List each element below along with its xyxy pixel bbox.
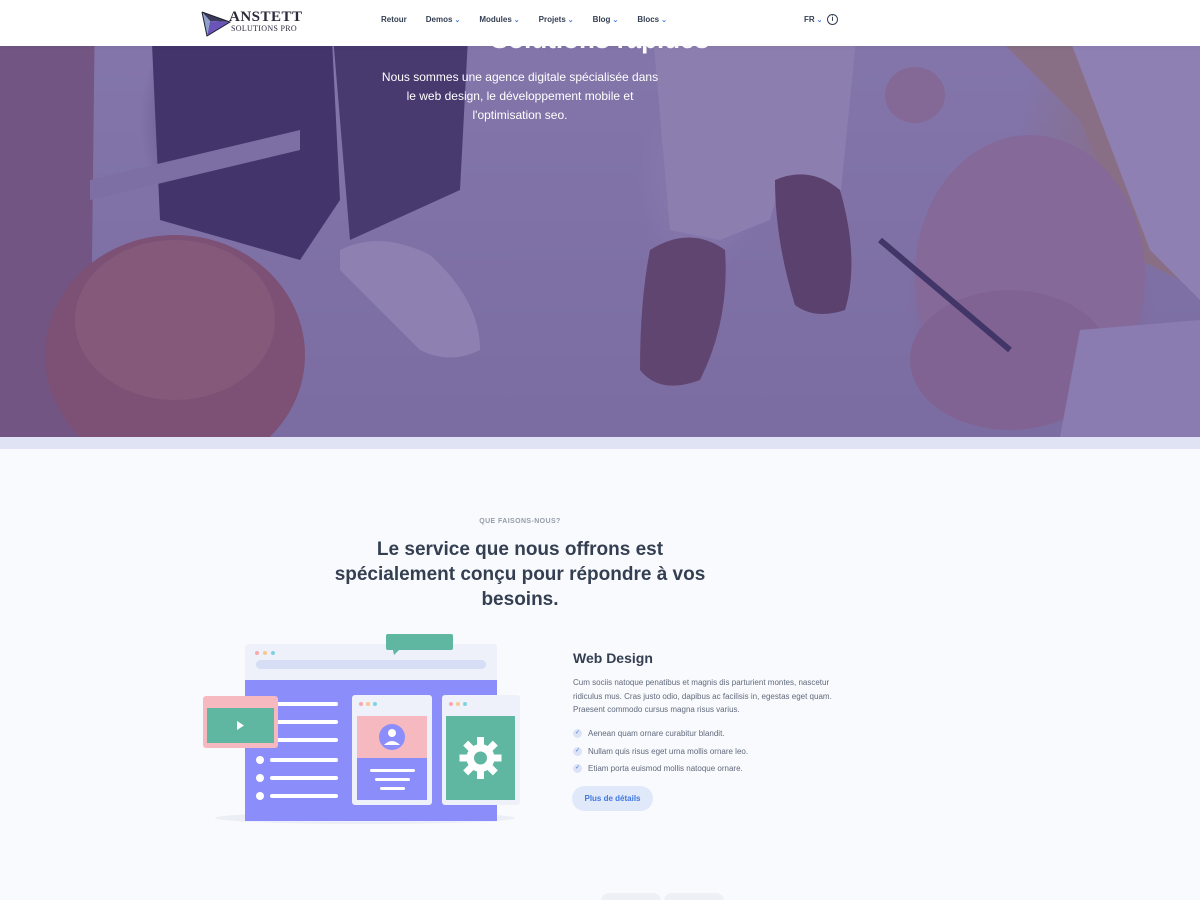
list-item: ✓ Nullam quis risus eget urna mollis orn… — [573, 743, 748, 761]
nav-item-modules[interactable]: Modules ⌄ — [479, 15, 519, 24]
info-icon[interactable]: i — [827, 14, 838, 25]
nav-item-label: Blocs — [637, 15, 660, 24]
list-item: ✓ Etiam porta euismod mollis natoque orn… — [573, 760, 748, 778]
hero-section: Solutions rapides Nous sommes une agence… — [0, 0, 1200, 437]
navbar: ANSTETT SOLUTIONS PRO Retour Demos ⌄ Mod… — [0, 0, 1200, 46]
chevron-down-icon: ⌄ — [454, 16, 461, 24]
list-item-text: Etiam porta euismod mollis natoque ornar… — [588, 764, 743, 774]
nav-item-blog[interactable]: Blog ⌄ — [593, 15, 619, 24]
section-kicker: QUE FAISONS-NOUS? — [479, 518, 561, 525]
feature-list: ✓ Aenean quam ornare curabitur blandit. … — [573, 725, 748, 778]
logo[interactable]: ANSTETT SOLUTIONS PRO — [201, 7, 311, 39]
nav-item-demos[interactable]: Demos ⌄ — [426, 15, 461, 24]
list-item-text: Nullam quis risus eget urna mollis ornar… — [588, 746, 749, 756]
logo-bird-icon — [201, 11, 231, 37]
chevron-down-icon: ⌄ — [567, 16, 574, 24]
language-selector[interactable]: FR ⌄ — [804, 15, 823, 24]
check-icon: ✓ — [573, 764, 582, 774]
nav-item-label: Projets — [538, 15, 566, 24]
hero-text: Nous sommes une agence digitale spéciali… — [381, 70, 659, 122]
nav-item-retour[interactable]: Retour — [381, 15, 407, 24]
language-label: FR — [804, 15, 815, 24]
main-menu: Retour Demos ⌄ Modules ⌄ Projets ⌄ Blog … — [381, 15, 686, 24]
section-title: Le service que nous offrons est spéciale… — [334, 539, 706, 610]
web-design-illustration — [200, 632, 525, 827]
list-item-text: Aenean quam ornare curabitur blandit. — [588, 729, 725, 739]
nav-item-label: Retour — [381, 15, 407, 24]
details-button[interactable]: Plus de détails — [572, 786, 653, 811]
chevron-down-icon: ⌄ — [816, 16, 823, 24]
service-title: Web Design — [573, 650, 653, 666]
hero-bottom-strip — [0, 437, 1200, 449]
tab-pill[interactable] — [601, 893, 661, 900]
hero-overlay — [0, 0, 1200, 437]
tab-pill[interactable] — [664, 893, 724, 900]
nav-item-label: Modules — [479, 15, 512, 24]
nav-item-blocs[interactable]: Blocs ⌄ — [637, 15, 667, 24]
check-icon: ✓ — [573, 746, 582, 756]
chevron-down-icon: ⌄ — [513, 16, 520, 24]
check-icon: ✓ — [573, 729, 582, 739]
list-item: ✓ Aenean quam ornare curabitur blandit. — [573, 725, 748, 743]
logo-subtitle: SOLUTIONS PRO — [231, 24, 297, 33]
next-section-tabs — [601, 893, 724, 900]
chevron-down-icon: ⌄ — [661, 16, 667, 24]
chevron-down-icon: ⌄ — [612, 16, 619, 24]
nav-item-projets[interactable]: Projets ⌄ — [539, 15, 574, 24]
nav-item-label: Blog — [592, 15, 611, 24]
service-description: Cum sociis natoque penatibus et magnis d… — [573, 678, 832, 714]
nav-item-label: Demos — [425, 15, 453, 24]
